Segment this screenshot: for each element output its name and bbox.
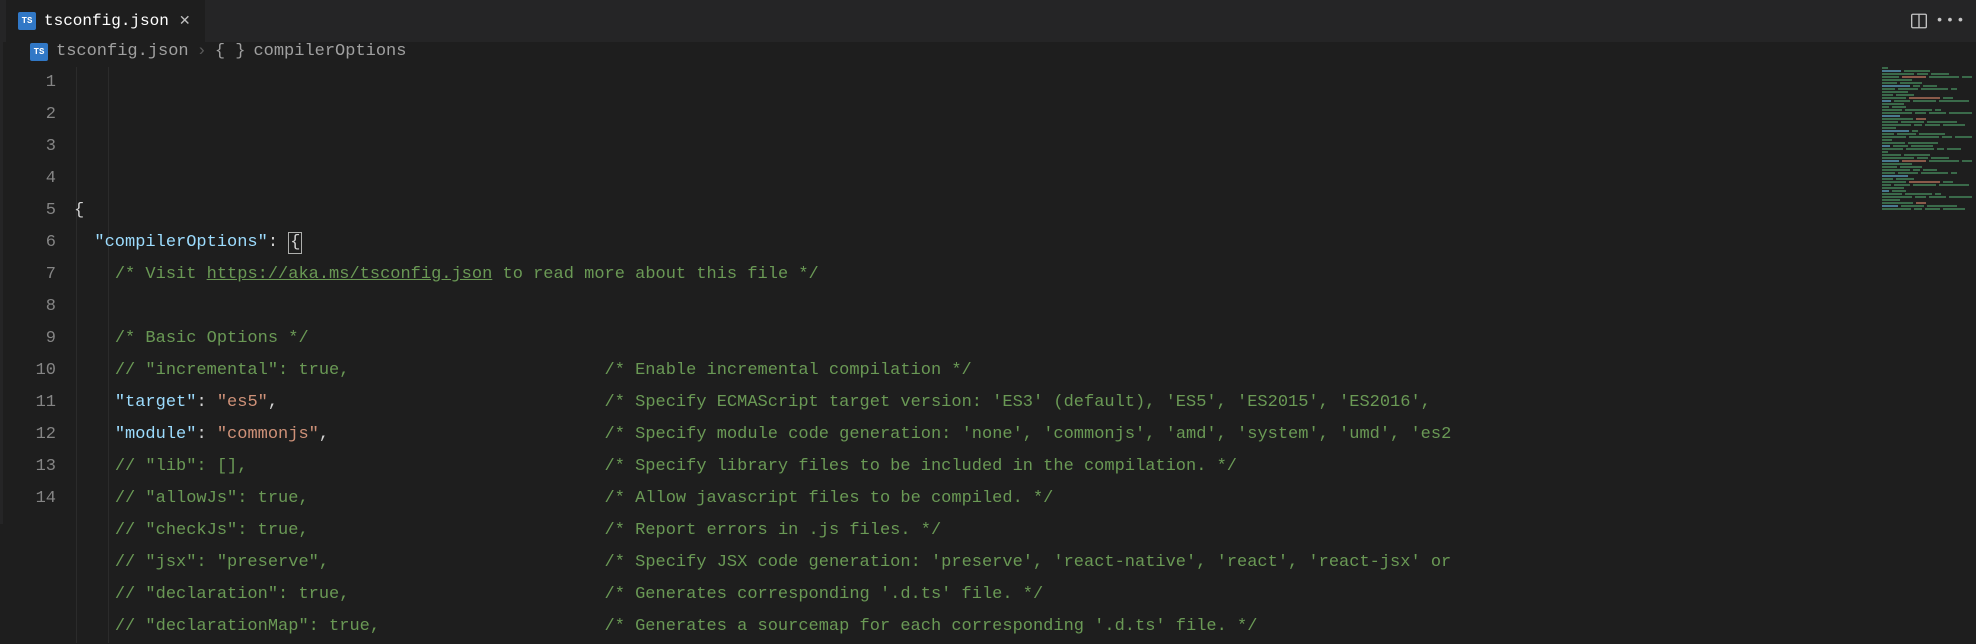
breadcrumb-symbol[interactable]: compilerOptions <box>253 42 406 61</box>
line-number: 1 <box>0 67 56 99</box>
line-number: 3 <box>0 131 56 163</box>
tab-bar-actions: ••• <box>1910 12 1976 30</box>
line-number: 4 <box>0 163 56 195</box>
code-line: // "incremental": true, /* Enable increm… <box>74 355 1976 387</box>
code-content[interactable]: { "compilerOptions": { /* Visit https://… <box>74 67 1976 643</box>
line-number: 14 <box>0 483 56 515</box>
split-editor-icon[interactable] <box>1910 12 1928 30</box>
line-number: 9 <box>0 323 56 355</box>
code-line: /* Basic Options */ <box>74 323 1976 355</box>
code-line: "target": "es5", /* Specify ECMAScript t… <box>74 387 1976 419</box>
chevron-right-icon: › <box>197 42 207 61</box>
code-line: /* Visit https://aka.ms/tsconfig.json to… <box>74 259 1976 291</box>
line-number: 2 <box>0 99 56 131</box>
code-line: // "jsx": "preserve", /* Specify JSX cod… <box>74 547 1976 579</box>
line-number: 13 <box>0 451 56 483</box>
code-line: "module": "commonjs", /* Specify module … <box>74 419 1976 451</box>
line-number: 7 <box>0 259 56 291</box>
more-actions-icon[interactable]: ••• <box>1942 12 1960 30</box>
code-line: // "declaration": true, /* Generates cor… <box>74 579 1976 611</box>
breadcrumb-file[interactable]: tsconfig.json <box>56 42 189 61</box>
braces-icon: { } <box>215 42 246 61</box>
editor-area: 1 2 3 4 5 6 7 8 9 10 11 12 13 14 { "comp… <box>0 61 1976 643</box>
line-number: 8 <box>0 291 56 323</box>
ts-file-icon: TS <box>18 12 36 30</box>
line-number: 10 <box>0 355 56 387</box>
editor[interactable]: 1 2 3 4 5 6 7 8 9 10 11 12 13 14 { "comp… <box>0 61 1976 643</box>
line-number: 6 <box>0 227 56 259</box>
code-line: // "checkJs": true, /* Report errors in … <box>74 515 1976 547</box>
code-line: // "allowJs": true, /* Allow javascript … <box>74 483 1976 515</box>
minimap[interactable] <box>1878 61 1976 643</box>
line-number: 12 <box>0 419 56 451</box>
breadcrumb[interactable]: TS tsconfig.json › { } compilerOptions <box>0 42 1976 61</box>
close-icon[interactable]: ✕ <box>177 11 193 32</box>
ts-file-icon: TS <box>30 43 48 61</box>
code-line: "compilerOptions": { <box>74 227 1976 259</box>
line-number: 5 <box>0 195 56 227</box>
code-line: { <box>74 195 1976 227</box>
code-line: // "declarationMap": true, /* Generates … <box>74 611 1976 643</box>
tab-bar: TS tsconfig.json ✕ ••• <box>0 0 1976 42</box>
line-number: 11 <box>0 387 56 419</box>
editor-window: TS tsconfig.json ✕ ••• TS tsconfig.json … <box>0 0 1976 524</box>
tab-label: tsconfig.json <box>44 12 169 30</box>
indent-guide <box>108 67 109 643</box>
line-number-gutter: 1 2 3 4 5 6 7 8 9 10 11 12 13 14 <box>0 67 74 643</box>
code-line <box>74 291 1976 323</box>
tab-tsconfig[interactable]: TS tsconfig.json ✕ <box>6 0 205 42</box>
code-line: // "lib": [], /* Specify library files t… <box>74 451 1976 483</box>
indent-guide <box>76 67 77 643</box>
